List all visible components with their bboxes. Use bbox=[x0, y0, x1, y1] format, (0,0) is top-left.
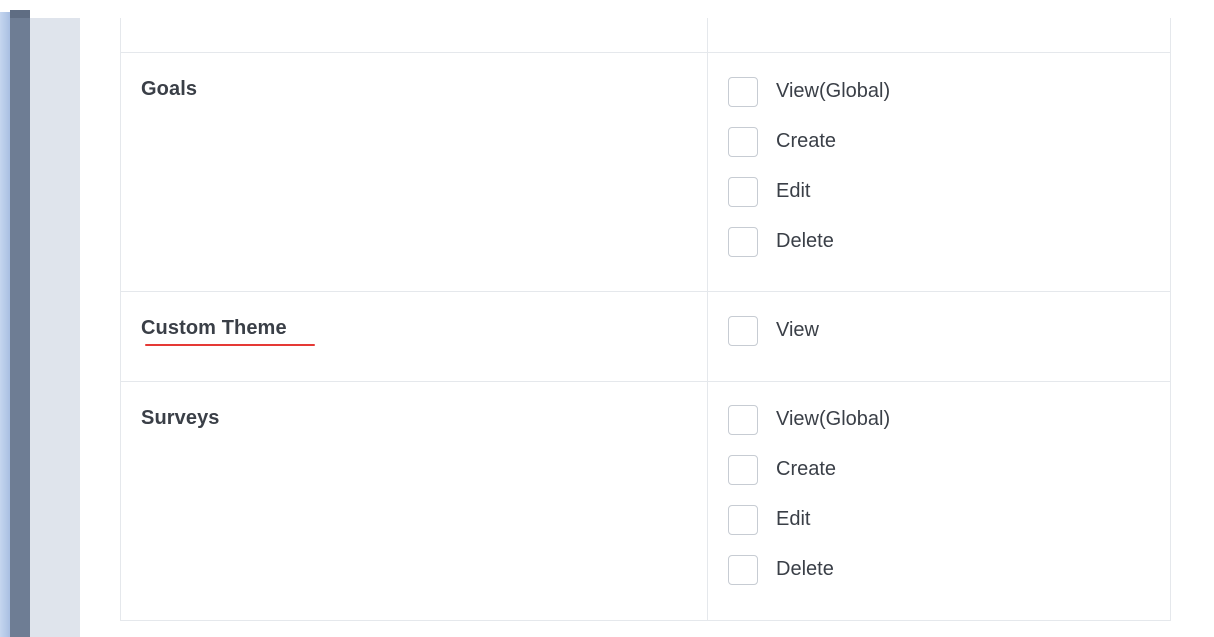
sidebar-strip-cap bbox=[10, 10, 30, 18]
checkbox-surveys-delete[interactable] bbox=[728, 555, 758, 585]
permission-label: Edit bbox=[776, 180, 811, 202]
permission-label: Delete bbox=[776, 558, 834, 580]
permission-label: Create bbox=[776, 130, 837, 152]
module-name-custom-theme: Custom Theme bbox=[141, 317, 287, 339]
permission-label: Edit bbox=[776, 508, 811, 530]
permission-label: View(Global) bbox=[776, 80, 891, 102]
checkbox-goals-edit[interactable] bbox=[728, 177, 758, 207]
module-name-goals: Goals bbox=[141, 78, 198, 100]
permission-label: View(Global) bbox=[776, 408, 891, 430]
screen: Goals View(Global) Create Edit Delete Cu… bbox=[0, 0, 1214, 637]
sidebar-accent bbox=[0, 12, 10, 637]
table-row-goals: Goals View(Global) Create Edit Delete bbox=[121, 52, 1170, 291]
permission-label: Delete bbox=[776, 230, 834, 252]
checkbox-surveys-edit[interactable] bbox=[728, 505, 758, 535]
column-divider bbox=[707, 292, 708, 381]
checkbox-surveys-create[interactable] bbox=[728, 455, 758, 485]
checkbox-surveys-view-global[interactable] bbox=[728, 405, 758, 435]
table-row-surveys: Surveys View(Global) Create Edit Delete bbox=[121, 381, 1170, 621]
permission-label: Create bbox=[776, 458, 837, 480]
table-row-partial bbox=[121, 18, 1170, 52]
checkbox-goals-delete[interactable] bbox=[728, 227, 758, 257]
checkbox-custom-theme-view[interactable] bbox=[728, 316, 758, 346]
spellcheck-underline bbox=[145, 344, 315, 346]
column-divider bbox=[707, 382, 708, 621]
permission-label: View bbox=[776, 319, 819, 341]
column-divider bbox=[707, 18, 708, 52]
sidebar-strip bbox=[10, 12, 30, 637]
table-row-custom-theme: Custom Theme View bbox=[121, 291, 1170, 381]
checkbox-goals-view-global[interactable] bbox=[728, 77, 758, 107]
column-divider bbox=[707, 53, 708, 291]
permissions-table: Goals View(Global) Create Edit Delete Cu… bbox=[120, 18, 1171, 621]
checkbox-goals-create[interactable] bbox=[728, 127, 758, 157]
sidebar-panel bbox=[30, 18, 80, 637]
module-name-surveys: Surveys bbox=[141, 407, 220, 429]
